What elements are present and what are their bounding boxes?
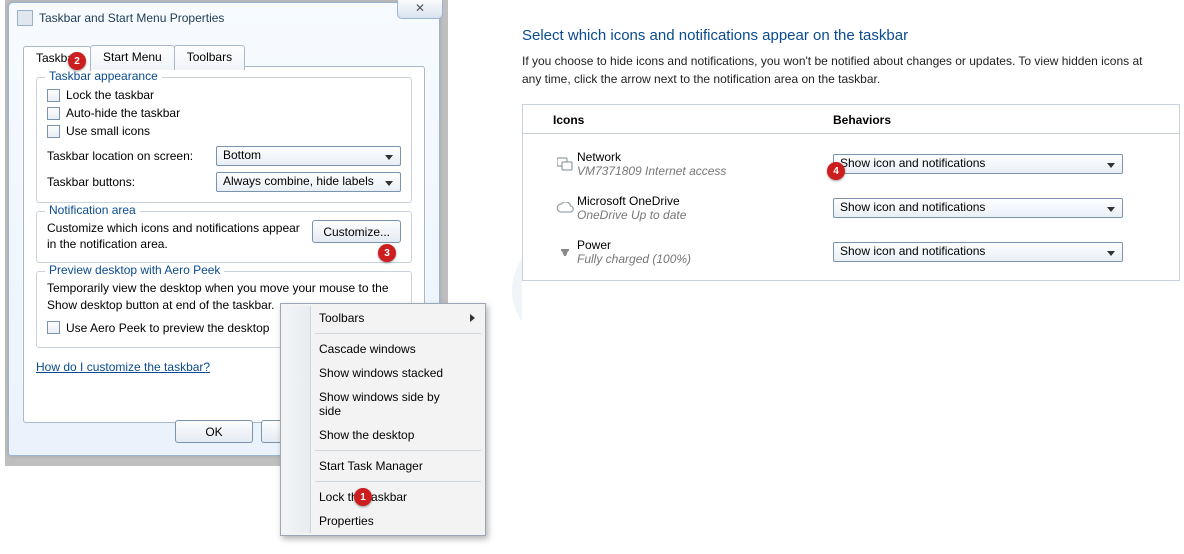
step-badge-3: 3 xyxy=(378,244,396,262)
ctx-cascade[interactable]: Cascade windows xyxy=(283,337,483,361)
taskbar-buttons-label: Taskbar buttons: xyxy=(47,175,202,189)
network-icon xyxy=(553,155,577,173)
notification-text: Customize which icons and notifications … xyxy=(47,220,304,252)
tab-toolbars[interactable]: Toolbars xyxy=(174,45,245,70)
behavior-dropdown[interactable]: Show icon and notifications xyxy=(833,198,1123,218)
step-badge-2: 2 xyxy=(68,52,86,70)
behavior-value: Show icon and notifications xyxy=(840,244,985,258)
close-icon: ✕ xyxy=(415,1,425,15)
help-link[interactable]: How do I customize the taskbar? xyxy=(36,360,210,374)
page-title: Select which icons and notifications app… xyxy=(522,27,1180,44)
notification-row: Microsoft OneDriveOneDrive Up to date Sho… xyxy=(553,188,1165,232)
row-name: Microsoft OneDrive xyxy=(577,194,833,208)
step-badge-1: 1 xyxy=(354,488,372,506)
ctx-properties[interactable]: Properties xyxy=(283,509,483,533)
lock-taskbar-label: Lock the taskbar xyxy=(66,88,154,102)
ok-button[interactable]: OK xyxy=(175,420,253,443)
col-header-behaviors: Behaviors xyxy=(833,113,1165,127)
chevron-down-icon xyxy=(382,176,396,190)
ctx-stacked[interactable]: Show windows stacked xyxy=(283,361,483,385)
behavior-value: Show icon and notifications xyxy=(840,156,985,170)
location-dropdown[interactable]: Bottom xyxy=(216,146,401,166)
page-desc: If you choose to hide icons and notifica… xyxy=(522,52,1162,88)
row-subtitle: VM7371809 Internet access xyxy=(577,164,833,178)
chevron-down-icon xyxy=(1104,158,1118,172)
lock-taskbar-checkbox[interactable] xyxy=(47,89,60,102)
small-icons-label: Use small icons xyxy=(66,124,150,138)
group-appearance-legend: Taskbar appearance xyxy=(45,69,162,83)
step-badge-4: 4 xyxy=(827,162,845,180)
autohide-label: Auto-hide the taskbar xyxy=(66,106,180,120)
notification-row: PowerFully charged (100%) Show icon and n… xyxy=(553,232,1165,276)
row-subtitle: Fully charged (100%) xyxy=(577,252,833,266)
chevron-down-icon xyxy=(1104,202,1118,216)
chevron-down-icon xyxy=(1104,246,1118,260)
submenu-arrow-icon xyxy=(470,314,475,322)
row-subtitle: OneDrive Up to date xyxy=(577,208,833,222)
taskbar-buttons-value: Always combine, hide labels xyxy=(223,174,374,188)
row-name: Power xyxy=(577,238,833,252)
group-notification-legend: Notification area xyxy=(45,203,140,217)
ctx-side-by-side[interactable]: Show windows side by side xyxy=(283,385,483,423)
behavior-dropdown[interactable]: Show icon and notifications xyxy=(833,154,1123,174)
customize-button[interactable]: Customize... xyxy=(312,220,401,243)
chevron-down-icon xyxy=(382,150,396,164)
group-aero-legend: Preview desktop with Aero Peek xyxy=(45,263,224,277)
col-header-icons: Icons xyxy=(553,113,833,127)
behavior-dropdown[interactable]: Show icon and notifications xyxy=(833,242,1123,262)
location-label: Taskbar location on screen: xyxy=(47,149,202,163)
ctx-toolbars[interactable]: Toolbars xyxy=(283,306,483,330)
row-name: Network xyxy=(577,150,833,164)
small-icons-checkbox[interactable] xyxy=(47,125,60,138)
taskbar-context-menu: Toolbars Cascade windows Show windows st… xyxy=(280,303,486,536)
notification-row: NetworkVM7371809 Internet access Show ico… xyxy=(553,144,1165,188)
tab-start-menu[interactable]: Start Menu xyxy=(90,45,175,70)
location-value: Bottom xyxy=(223,148,261,162)
aero-peek-label: Use Aero Peek to preview the desktop xyxy=(66,321,269,335)
power-icon xyxy=(553,243,577,261)
autohide-checkbox[interactable] xyxy=(47,107,60,120)
window-title: Taskbar and Start Menu Properties xyxy=(39,11,224,25)
cloud-icon xyxy=(553,199,577,217)
ctx-show-desktop[interactable]: Show the desktop xyxy=(283,423,483,447)
aero-peek-checkbox[interactable] xyxy=(47,321,60,334)
ctx-lock-taskbar[interactable]: Lock the taskbar xyxy=(283,485,483,509)
notification-icons-page: Select which icons and notifications app… xyxy=(522,3,1180,353)
taskbar-buttons-dropdown[interactable]: Always combine, hide labels xyxy=(216,172,401,192)
ctx-task-manager[interactable]: Start Task Manager xyxy=(283,454,483,478)
behavior-value: Show icon and notifications xyxy=(840,200,985,214)
close-button[interactable]: ✕ xyxy=(397,0,443,19)
window-icon xyxy=(17,10,33,26)
